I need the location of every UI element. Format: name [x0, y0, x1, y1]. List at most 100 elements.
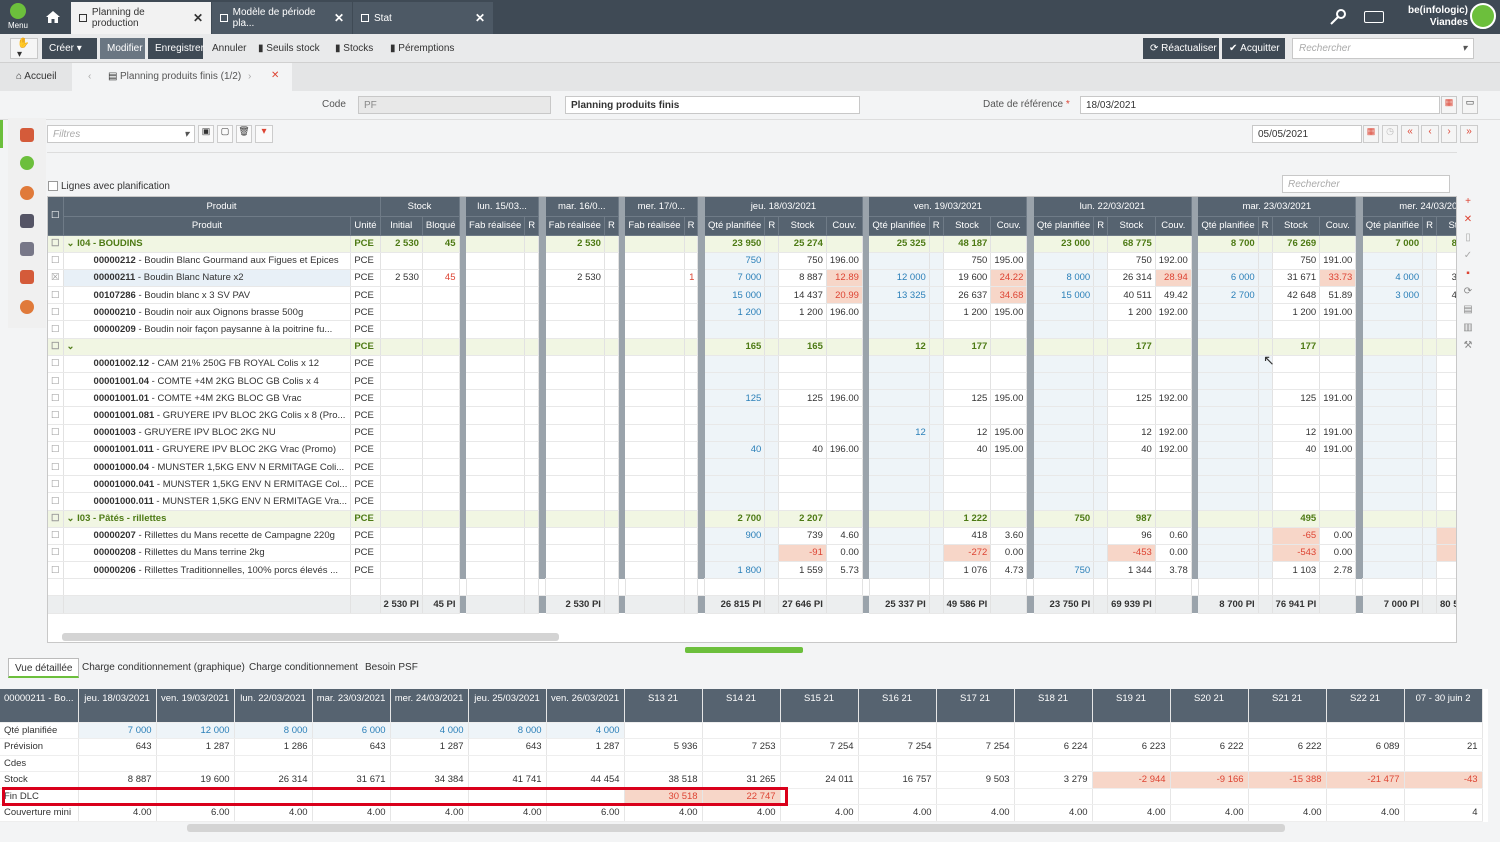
detail-col-header[interactable]: ven. 26/03/2021 — [546, 689, 625, 723]
export-icon[interactable]: ▥ — [1460, 322, 1476, 340]
qty-ven[interactable] — [869, 544, 930, 563]
add-icon[interactable]: + — [1460, 196, 1476, 214]
user-info[interactable]: be(infologic) Viandes — [1408, 5, 1468, 29]
product-cell[interactable]: 00001001.04 - COMTE +4M 2KG BLOC GB Coli… — [63, 372, 352, 391]
table-row[interactable]: ☐ 00001002.12 - CAM 21% 250G FB ROYAL Col… — [48, 355, 1456, 374]
qty-ven[interactable]: 12 000 — [869, 269, 930, 288]
qty-ven[interactable] — [869, 303, 930, 322]
sub-stock[interactable]: Stock — [943, 216, 992, 236]
global-search-input[interactable]: Rechercher ▾ — [1292, 38, 1474, 59]
sub-fab[interactable]: Fab réalisée — [466, 216, 526, 236]
qty-jeu[interactable] — [704, 458, 766, 477]
breadcrumb-current[interactable]: ‹ ▤ Planning produits finis (1/2) › ✕ — [72, 63, 292, 91]
code-field[interactable]: PF — [358, 96, 551, 114]
row-checkbox[interactable]: ☐ — [48, 424, 64, 442]
product-cell[interactable]: 00001001.01 - COMTE +4M 2KG BLOC GB Vrac — [63, 389, 352, 408]
table-row[interactable]: ☐ 00000210 - Boudin noir aux Oignons bras… — [48, 303, 1456, 322]
product-cell[interactable]: ⌄ I04 - BOUDINS — [63, 235, 352, 253]
date-field-2[interactable]: 05/05/2021 — [1252, 125, 1362, 143]
chevron-down-icon[interactable]: ▾ — [1462, 43, 1467, 54]
qty-lun22[interactable] — [1033, 527, 1095, 545]
sub-r[interactable]: R — [524, 216, 540, 236]
qty-mar23[interactable] — [1198, 372, 1259, 391]
qty-ven[interactable] — [869, 475, 930, 494]
close-icon[interactable]: ✕ — [271, 70, 279, 81]
keyboard-icon[interactable] — [1364, 11, 1384, 23]
prev-page-icon[interactable]: ‹ — [1421, 125, 1439, 143]
qty-lun22[interactable] — [1033, 372, 1095, 391]
qty-lun22[interactable]: 750 — [1033, 510, 1095, 528]
collapse-icon[interactable]: ⌄ — [67, 341, 75, 352]
qty-lun22[interactable] — [1033, 406, 1095, 425]
table-row[interactable]: ☒ 00000211 - Boudin Blanc Nature x2 PCE 2 5… — [48, 269, 1456, 288]
table-row[interactable]: ☐ 00000209 - Boudin noir façon paysanne à… — [48, 320, 1456, 339]
qty-lun22[interactable] — [1033, 303, 1095, 322]
check-icon[interactable]: ✓ — [1460, 250, 1476, 268]
qty-lun22[interactable] — [1033, 355, 1095, 374]
detail-col-header[interactable]: lun. 22/03/2021 — [234, 689, 313, 723]
qty-jeu[interactable]: 7 000 — [704, 269, 766, 288]
tab-planning-production[interactable]: Planning de production ✕ — [71, 2, 211, 34]
qty-ven[interactable]: 13 325 — [869, 286, 930, 305]
group-row[interactable]: ☐ ⌄ I04 - BOUDINS PCE 2 530 45 2 530 23 950 25 … — [48, 235, 1456, 253]
close-tab-icon[interactable]: ✕ — [334, 11, 344, 25]
sub-r[interactable]: R — [764, 216, 780, 236]
qty-jeu[interactable]: 15 000 — [704, 286, 766, 305]
home-icon[interactable] — [38, 0, 68, 34]
qty-jeu[interactable] — [704, 406, 766, 425]
user-avatar[interactable] — [1470, 3, 1496, 29]
detail-col-header[interactable]: S19 21 — [1092, 689, 1171, 723]
detail-col-header[interactable]: S18 21 — [1014, 689, 1093, 723]
qty-mer24[interactable] — [1362, 492, 1424, 511]
tab-stat[interactable]: Stat ✕ — [353, 2, 493, 34]
qty-mar23[interactable] — [1198, 510, 1259, 528]
qty-lun22[interactable] — [1033, 475, 1095, 494]
hand-cursor-icon[interactable]: ✋▾ — [10, 38, 38, 60]
calendar-icon[interactable]: ▦ — [1363, 125, 1379, 143]
close-tab-icon[interactable]: ✕ — [193, 11, 203, 25]
cancel-button[interactable]: Annuler — [206, 38, 251, 59]
grid-search-input[interactable]: Rechercher — [1282, 175, 1450, 193]
qty-ven[interactable] — [869, 320, 930, 339]
table-row[interactable]: ☐ 00107286 - Boudin blanc x 3 SV PAV PCE 15… — [48, 286, 1456, 305]
qty-mer24[interactable] — [1362, 458, 1424, 477]
qty-mar23[interactable]: 8 700 — [1198, 235, 1259, 253]
qty-mer24[interactable]: 7 000 — [1362, 235, 1424, 253]
qty-jeu[interactable] — [704, 475, 766, 494]
product-cell[interactable]: 00001000.04 - MUNSTER 1,5KG ENV N ERMITA… — [63, 458, 352, 477]
peremptions-button[interactable]: ▮ Péremptions — [384, 38, 464, 59]
product-cell[interactable]: 00001001.011 - GRUYERE IPV BLOC 2KG Vrac… — [63, 441, 352, 459]
filter-select[interactable]: Filtres ▾ — [47, 125, 195, 143]
qty-lun22[interactable] — [1033, 338, 1095, 356]
save-button[interactable]: Enregistrer — [148, 38, 204, 59]
row-checkbox[interactable]: ☐ — [48, 544, 64, 563]
qty-jeu[interactable]: 40 — [704, 441, 766, 459]
chevron-right-icon[interactable]: › — [248, 71, 251, 82]
qty-jeu[interactable] — [704, 424, 766, 442]
detail-col-header[interactable]: mer. 24/03/2021 — [390, 689, 469, 723]
product-cell[interactable]: 00000210 - Boudin noir aux Oignons brass… — [63, 303, 352, 322]
delete-filter-icon[interactable]: 🗑 — [236, 125, 252, 143]
sub-stock[interactable]: Stock — [1272, 216, 1321, 236]
modify-button[interactable]: Modifier — [100, 38, 145, 59]
sub-fab[interactable]: Fab réalisée — [545, 216, 605, 236]
detail-col-header[interactable]: S15 21 — [780, 689, 859, 723]
qty-mer24[interactable] — [1362, 475, 1424, 494]
row-checkbox[interactable]: ☐ — [48, 372, 64, 391]
qty-jeu[interactable]: 900 — [704, 527, 766, 545]
menu-button[interactable]: Menu — [0, 0, 36, 34]
delete-icon[interactable]: ✕ — [1460, 214, 1476, 232]
product-cell[interactable]: 00001000.011 - MUNSTER 1,5KG ENV N ERMIT… — [63, 492, 352, 511]
chart-pie-icon[interactable] — [20, 186, 34, 200]
sub-produit[interactable]: Produit — [63, 216, 352, 236]
group-row[interactable]: ☐ ⌄ I03 - Pâtés - rillettes PCE 2 700 2 207 1… — [48, 510, 1456, 528]
qty-mer24[interactable] — [1362, 320, 1424, 339]
first-page-icon[interactable]: « — [1401, 125, 1419, 143]
calendar-icon[interactable] — [20, 128, 34, 142]
row-checkbox[interactable]: ☒ — [48, 269, 64, 288]
product-cell[interactable]: 00001002.12 - CAM 21% 250G FB ROYAL Coli… — [63, 355, 352, 374]
qty-lun22[interactable] — [1033, 441, 1095, 459]
qty-mar23[interactable] — [1198, 320, 1259, 339]
filter-dropdown-icon[interactable]: ▾ — [255, 125, 273, 143]
row-checkbox[interactable]: ☐ — [48, 441, 64, 459]
